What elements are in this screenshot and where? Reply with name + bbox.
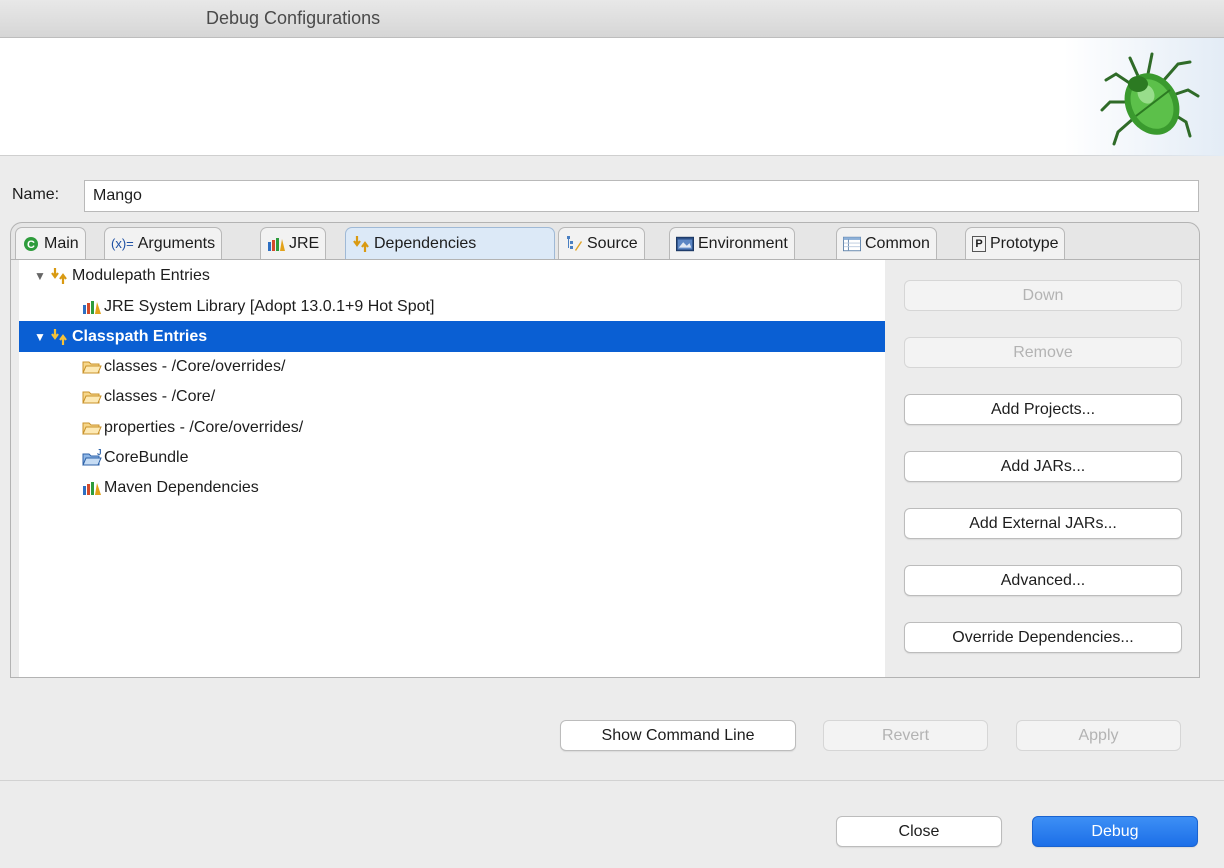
debug-button[interactable]: Debug: [1032, 816, 1198, 847]
tree-row-classpath[interactable]: ▼ Classpath Entries: [19, 321, 885, 352]
jre-library-icon: [267, 235, 285, 253]
modulepath-icon: [49, 266, 71, 286]
dependencies-icon: [352, 235, 370, 253]
revert-button[interactable]: Revert: [823, 720, 988, 751]
svg-text:J: J: [97, 449, 101, 457]
tree-label: Maven Dependencies: [104, 478, 259, 496]
tab-main-label: Main: [44, 234, 79, 252]
tree-label: Classpath Entries: [72, 327, 208, 345]
tab-arguments-label: Arguments: [137, 234, 216, 252]
tree-label: properties - /Core/overrides/: [104, 418, 304, 436]
tab-prototype-label: Prototype: [990, 234, 1059, 252]
tab-arguments[interactable]: (x)= Arguments: [104, 227, 223, 259]
tab-environment-label: Environment: [698, 234, 788, 252]
footer-divider: [0, 780, 1224, 781]
tree-label: classes - /Core/overrides/: [104, 357, 286, 375]
tree-label: classes - /Core/: [104, 387, 216, 405]
tree-row-jre[interactable]: JRE System Library [Adopt 13.0.1+9 Hot S…: [19, 291, 885, 322]
tab-source-label: Source: [587, 234, 638, 252]
tab-source[interactable]: Source: [558, 227, 645, 259]
add-external-jars-button[interactable]: Add External JARs...: [904, 508, 1182, 539]
tree-label: CoreBundle: [104, 448, 189, 466]
folder-icon: [81, 418, 103, 438]
tab-environment[interactable]: Environment: [669, 227, 795, 259]
tab-dependencies[interactable]: Dependencies: [345, 227, 555, 259]
name-label: Name:: [12, 186, 60, 203]
window-title: Debug Configurations: [206, 8, 381, 28]
tab-jre-label: JRE: [289, 234, 320, 252]
tab-bar: C Main (x)= Arguments JRE Dependencies S…: [10, 222, 1200, 260]
tab-jre[interactable]: JRE: [260, 227, 327, 259]
tab-dependencies-label: Dependencies: [374, 234, 477, 252]
main-tab-icon: C: [22, 235, 40, 253]
prototype-icon: P: [972, 235, 986, 252]
expand-triangle-icon[interactable]: ▼: [33, 330, 47, 344]
dependencies-panel: ▼ Modulepath Entries JRE System Library …: [10, 259, 1200, 678]
remove-button[interactable]: Remove: [904, 337, 1182, 368]
tab-prototype[interactable]: P Prototype: [965, 227, 1066, 259]
tree-row-item[interactable]: classes - /Core/: [19, 381, 885, 412]
source-icon: [565, 235, 583, 253]
debug-bug-icon: [1100, 52, 1200, 146]
library-icon: [81, 478, 103, 498]
common-icon: [843, 235, 861, 253]
project-folder-icon: J: [81, 448, 103, 468]
classpath-icon: [49, 327, 71, 347]
header-banner: [0, 38, 1224, 156]
environment-icon: [676, 235, 694, 253]
add-jars-button[interactable]: Add JARs...: [904, 451, 1182, 482]
tab-main[interactable]: C Main: [15, 227, 86, 259]
tab-common-label: Common: [865, 234, 930, 252]
folder-icon: [81, 387, 103, 407]
folder-icon: [81, 357, 103, 377]
jre-library-icon: [81, 297, 103, 317]
tab-common[interactable]: Common: [836, 227, 937, 259]
arguments-icon: (x)=: [111, 236, 134, 251]
add-projects-button[interactable]: Add Projects...: [904, 394, 1182, 425]
name-input[interactable]: [84, 180, 1199, 212]
expand-triangle-icon[interactable]: ▼: [33, 269, 47, 283]
tree-label: JRE System Library [Adopt 13.0.1+9 Hot S…: [104, 297, 435, 315]
tree-label: Modulepath Entries: [72, 266, 210, 284]
override-dependencies-button[interactable]: Override Dependencies...: [904, 622, 1182, 653]
tree-row-item[interactable]: Maven Dependencies: [19, 472, 885, 503]
dependencies-tree[interactable]: ▼ Modulepath Entries JRE System Library …: [19, 260, 885, 677]
apply-button[interactable]: Apply: [1016, 720, 1181, 751]
tree-row-item[interactable]: J CoreBundle: [19, 442, 885, 473]
down-button[interactable]: Down: [904, 280, 1182, 311]
tree-row-modulepath[interactable]: ▼ Modulepath Entries: [19, 260, 885, 291]
tree-row-item[interactable]: classes - /Core/overrides/: [19, 351, 885, 382]
svg-text:C: C: [27, 239, 35, 251]
show-command-line-button[interactable]: Show Command Line: [560, 720, 796, 751]
advanced-button[interactable]: Advanced...: [904, 565, 1182, 596]
tree-row-item[interactable]: properties - /Core/overrides/: [19, 412, 885, 443]
close-button[interactable]: Close: [836, 816, 1002, 847]
title-bar: Debug Configurations: [0, 0, 1224, 38]
